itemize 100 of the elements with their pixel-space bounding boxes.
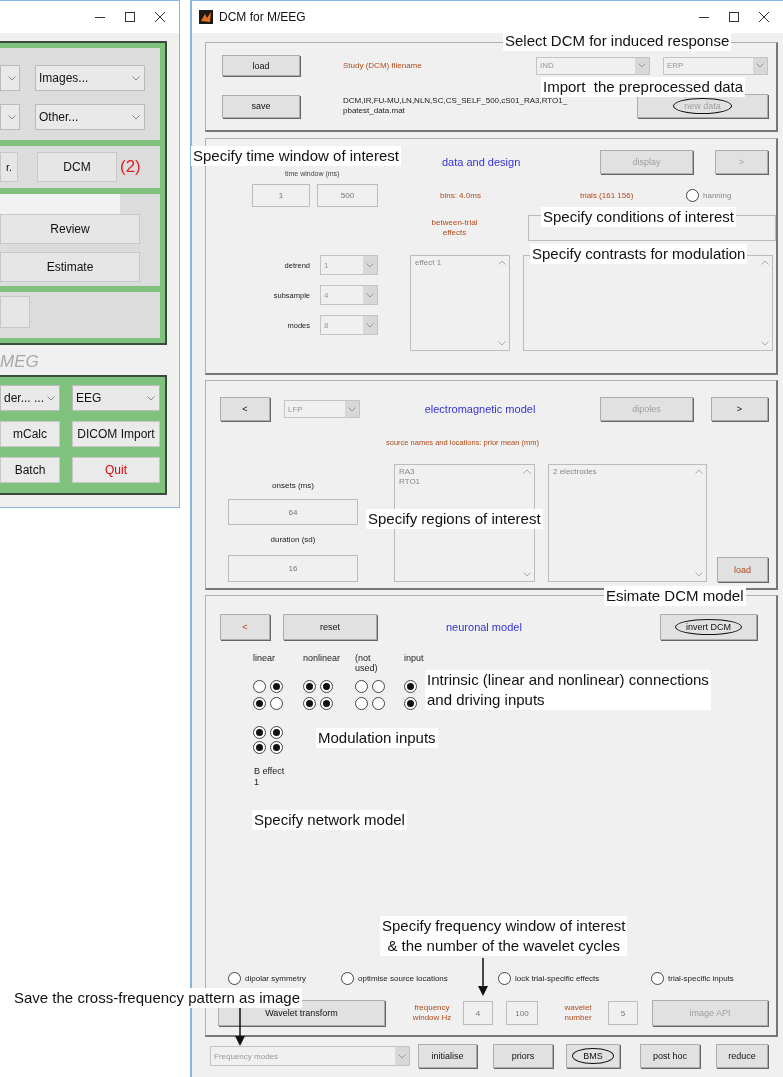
- menu-button[interactable]: DICOM Import: [72, 421, 160, 447]
- close-icon[interactable]: [155, 12, 165, 22]
- toolbar-button[interactable]: priors: [493, 1044, 553, 1068]
- load-button[interactable]: load: [222, 55, 300, 76]
- modality-dropdown[interactable]: EEG: [72, 385, 160, 411]
- menu-button[interactable]: r.: [0, 152, 18, 182]
- radio-button[interactable]: [270, 726, 283, 739]
- dropdown[interactable]: ERP: [663, 56, 768, 75]
- dropdown[interactable]: der... ...: [0, 385, 60, 411]
- section-title: data and design: [442, 156, 522, 168]
- toolbar-button[interactable]: BMS: [566, 1044, 620, 1068]
- chevron-down-icon: [756, 63, 764, 68]
- onsets-field[interactable]: 64: [228, 499, 358, 525]
- radio-button[interactable]: [498, 972, 511, 985]
- back-button[interactable]: <: [220, 397, 270, 421]
- radio-button[interactable]: [341, 972, 354, 985]
- dropdown[interactable]: IND: [536, 56, 650, 75]
- radio-button[interactable]: [686, 189, 699, 202]
- menu-button[interactable]: mCalc: [0, 421, 60, 447]
- start-time-field[interactable]: 1: [252, 184, 310, 207]
- section-title: electromagnetic model: [423, 403, 537, 415]
- close-icon[interactable]: [759, 12, 769, 22]
- effect-label: B effect 1: [254, 766, 286, 789]
- effects-list[interactable]: effect 1: [410, 255, 510, 351]
- radio-button[interactable]: [228, 972, 241, 985]
- wavelet-field[interactable]: 5: [608, 1001, 638, 1025]
- dropdown[interactable]: 1: [320, 255, 378, 275]
- next-button[interactable]: >: [711, 397, 768, 421]
- menu-button[interactable]: Estimate: [0, 252, 140, 282]
- radio-button[interactable]: [253, 680, 266, 693]
- frequency-field[interactable]: 4: [463, 1001, 493, 1025]
- option-label: lock trial-specific effects: [515, 974, 600, 983]
- section-title: neuronal model: [446, 621, 523, 633]
- mode-dropdown[interactable]: Frequency modes: [210, 1046, 410, 1066]
- chevron-down-icon: [8, 114, 16, 120]
- option-label: optimise source locations: [358, 974, 448, 983]
- section-label: MEG: [0, 351, 40, 373]
- invert-button[interactable]: invert DCM: [660, 614, 757, 640]
- toolbar-button[interactable]: initialise: [418, 1044, 477, 1068]
- radio-button[interactable]: [651, 972, 664, 985]
- annotation-tooltip: Save the cross-frequency pattern as image: [12, 988, 302, 1008]
- back-button[interactable]: <: [220, 614, 270, 640]
- maximize-icon[interactable]: [125, 12, 135, 22]
- pointer-arrow: [235, 1008, 245, 1046]
- radio-button[interactable]: [404, 697, 417, 710]
- quit-button[interactable]: Quit: [72, 457, 160, 483]
- reset-button[interactable]: reset: [283, 614, 377, 640]
- radio-button[interactable]: [372, 680, 385, 693]
- annotation-tooltip: Specify network model: [252, 810, 407, 830]
- dropdown[interactable]: Images...: [35, 65, 145, 91]
- radio-button[interactable]: [253, 726, 266, 739]
- bins-text: bins: 4.0ms: [440, 191, 482, 200]
- chevron-down-icon: [523, 572, 531, 577]
- annotation-tooltip: Esimate DCM model: [604, 586, 746, 606]
- annotation-tooltip: Specify contrasts for modulation: [530, 244, 748, 264]
- dropdown[interactable]: 4: [320, 285, 378, 305]
- column-label: linear: [253, 654, 276, 665]
- frequency-label: frequency window Hz: [411, 1003, 453, 1023]
- annotation-tooltip: Intrinsic (linear and nonlinear) connections and driving inputs: [425, 670, 711, 710]
- radio-button[interactable]: [355, 697, 368, 710]
- chevron-down-icon: [8, 75, 16, 81]
- toolbar-button[interactable]: reduce: [716, 1044, 768, 1068]
- dropdown[interactable]: Other...: [35, 104, 145, 130]
- maximize-icon[interactable]: [729, 12, 739, 22]
- menu-button[interactable]: Review: [0, 214, 140, 244]
- app-logo-icon: [199, 10, 213, 24]
- radio-button[interactable]: [355, 680, 368, 693]
- chevron-down-icon: [498, 341, 506, 346]
- chevron-down-icon: [695, 572, 703, 577]
- radio-button[interactable]: [404, 680, 417, 693]
- radio-button[interactable]: [270, 680, 283, 693]
- chevron-down-icon: [398, 1053, 406, 1059]
- radio-button[interactable]: [303, 697, 316, 710]
- window-title: DCM for M/EEG: [219, 10, 306, 24]
- dropdown[interactable]: LFP: [284, 400, 360, 418]
- menu-button[interactable]: DCM: [37, 152, 117, 182]
- radio-button[interactable]: [270, 697, 283, 710]
- load-button[interactable]: load: [717, 557, 768, 582]
- dropdown[interactable]: 8: [320, 315, 378, 335]
- radio-button[interactable]: [253, 697, 266, 710]
- save-button[interactable]: save: [222, 94, 300, 118]
- radio-button[interactable]: [303, 680, 316, 693]
- duration-field[interactable]: 16: [228, 555, 358, 582]
- trials-text: trials (161 156): [580, 191, 635, 200]
- chevron-down-icon: [366, 322, 374, 328]
- radio-button[interactable]: [320, 680, 333, 693]
- chevron-down-icon: [47, 395, 55, 401]
- toolbar-button[interactable]: post hoc: [640, 1044, 700, 1068]
- frequency-field[interactable]: 100: [506, 1001, 538, 1025]
- menu-button[interactable]: Batch: [0, 457, 60, 483]
- electrodes-list[interactable]: 2 electrodes: [548, 464, 707, 582]
- filename-label: Study (DCM) filename: [343, 61, 423, 70]
- radio-button[interactable]: [253, 741, 266, 754]
- step-marker: (2): [120, 157, 141, 177]
- radio-button[interactable]: [320, 697, 333, 710]
- radio-button[interactable]: [372, 697, 385, 710]
- annotation-tooltip: Specify regions of interest: [366, 509, 543, 529]
- end-time-field[interactable]: 500: [317, 184, 378, 207]
- filename-text: DCM,IR,FU-MU,LN,NLN,SC,CS_SELF_500,cS01_RA3,RTO1_ pbatest_data.mat: [343, 96, 569, 116]
- radio-button[interactable]: [270, 741, 283, 754]
